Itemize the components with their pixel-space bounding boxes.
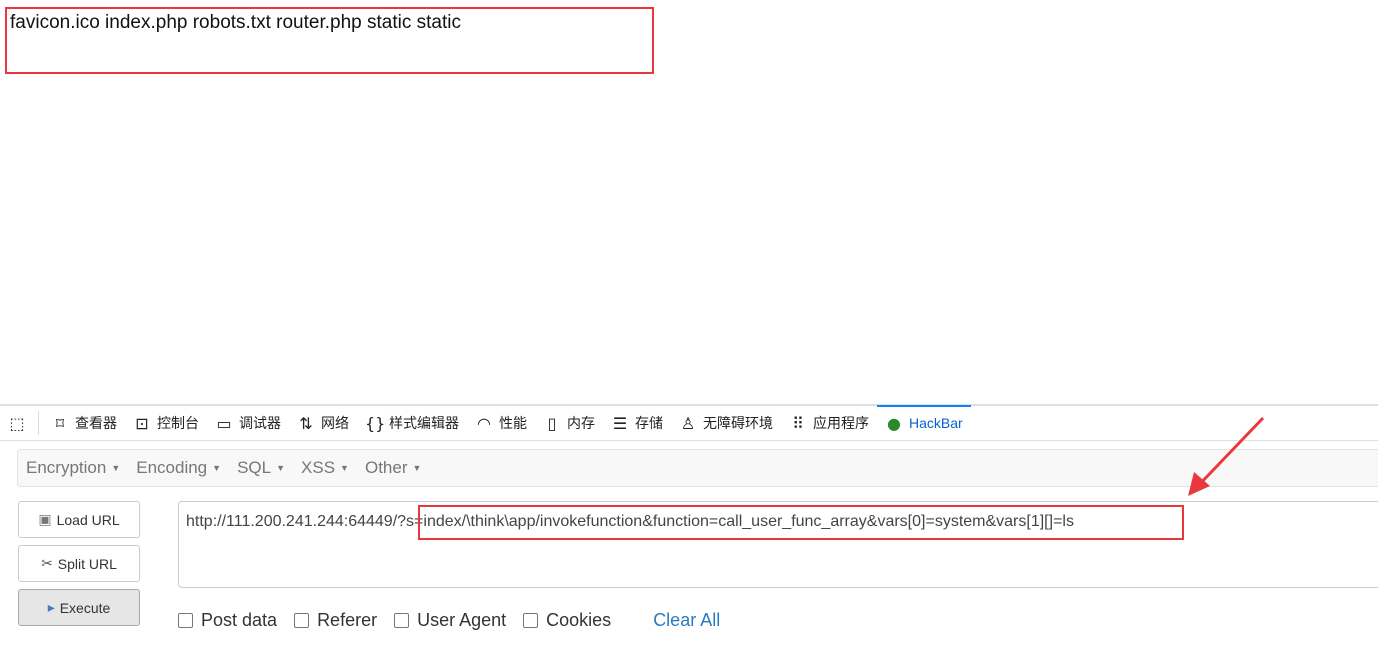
menu-other[interactable]: Other ▼ bbox=[357, 458, 429, 478]
tab-console[interactable]: ⊡ 控制台 bbox=[125, 406, 207, 440]
tab-label: 无障碍环境 bbox=[703, 415, 773, 431]
tab-hackbar[interactable]: ● HackBar bbox=[877, 405, 971, 439]
menu-label: Encryption bbox=[26, 458, 107, 477]
menu-label: Other bbox=[364, 458, 408, 477]
tab-storage[interactable]: ☰ 存储 bbox=[603, 406, 671, 440]
memory-icon: ▯ bbox=[547, 413, 557, 433]
tab-network[interactable]: ⇅ 网络 bbox=[289, 406, 357, 440]
tab-accessibility[interactable]: ♙ 无障碍环境 bbox=[671, 406, 781, 440]
debugger-icon: ▭ bbox=[216, 413, 232, 433]
inspector-icon: ⌑ bbox=[55, 413, 65, 433]
divider bbox=[38, 411, 39, 435]
load-url-button[interactable]: ▣ Load URL bbox=[18, 501, 140, 538]
checkbox[interactable] bbox=[394, 613, 410, 628]
console-icon: ⊡ bbox=[135, 413, 149, 433]
checkbox[interactable] bbox=[178, 613, 193, 628]
annotation-box-output bbox=[5, 7, 654, 74]
caret-down-icon: ▼ bbox=[111, 463, 121, 473]
picker-icon: ⬚ bbox=[9, 413, 25, 433]
tab-label: 应用程序 bbox=[813, 415, 869, 431]
checkbox-label: User Agent bbox=[417, 610, 507, 630]
tab-label: 调试器 bbox=[239, 415, 281, 431]
menu-label: XSS bbox=[301, 458, 336, 477]
split-url-button[interactable]: ✂ Split URL bbox=[18, 545, 140, 582]
menu-encryption[interactable]: Encryption ▼ bbox=[18, 458, 128, 478]
style-editor-icon: {} bbox=[365, 413, 386, 433]
caret-down-icon: ▼ bbox=[212, 463, 222, 473]
tab-label: 存储 bbox=[635, 415, 663, 431]
tab-label: HackBar bbox=[909, 415, 963, 431]
button-label: Execute bbox=[59, 599, 111, 616]
caret-down-icon: ▼ bbox=[276, 463, 286, 473]
button-label: Split URL bbox=[57, 555, 117, 572]
tab-memory[interactable]: ▯ 内存 bbox=[535, 406, 603, 440]
checkbox[interactable] bbox=[294, 613, 310, 628]
execute-button[interactable]: ▸ Execute bbox=[18, 589, 140, 626]
checkbox[interactable] bbox=[523, 613, 539, 628]
tab-performance[interactable]: ◠ 性能 bbox=[467, 406, 535, 440]
tab-style-editor[interactable]: {} 样式编辑器 bbox=[357, 406, 467, 440]
button-label: Load URL bbox=[56, 511, 120, 528]
post-data-checkbox[interactable]: Post data bbox=[178, 610, 277, 631]
tab-debugger[interactable]: ▭ 调试器 bbox=[207, 406, 289, 440]
tab-label: 样式编辑器 bbox=[389, 415, 459, 431]
cookies-checkbox[interactable]: Cookies bbox=[523, 610, 611, 631]
checkbox-label: Cookies bbox=[546, 610, 612, 630]
load-icon: ▣ bbox=[38, 511, 52, 527]
scissors-icon: ✂ bbox=[41, 555, 53, 571]
menu-label: Encoding bbox=[136, 458, 208, 477]
checkbox-label: Post data bbox=[201, 610, 278, 630]
tab-label: 内存 bbox=[567, 415, 595, 431]
menu-encoding[interactable]: Encoding ▼ bbox=[128, 458, 229, 478]
tab-label: 查看器 bbox=[75, 415, 117, 431]
hackbar-icon: ● bbox=[887, 413, 901, 433]
tab-picker[interactable]: ⬚ bbox=[0, 406, 34, 440]
caret-down-icon: ▼ bbox=[340, 463, 349, 473]
checkbox-label: Referer bbox=[317, 610, 378, 630]
tab-label: 网络 bbox=[321, 415, 349, 431]
network-icon: ⇅ bbox=[299, 413, 313, 433]
storage-icon: ☰ bbox=[612, 413, 628, 433]
play-icon: ▸ bbox=[47, 599, 55, 615]
annotation-box-payload bbox=[418, 505, 1184, 540]
annotation-arrow bbox=[1188, 416, 1265, 496]
tab-label: 性能 bbox=[499, 415, 527, 431]
tab-application[interactable]: ⠿ 应用程序 bbox=[781, 406, 877, 440]
menu-label: SQL bbox=[237, 458, 272, 477]
referer-checkbox[interactable]: Referer bbox=[294, 610, 377, 631]
tab-inspector[interactable]: ⌑ 查看器 bbox=[43, 406, 125, 440]
clear-all-link[interactable]: Clear All bbox=[653, 610, 720, 631]
tab-label: 控制台 bbox=[157, 415, 199, 431]
caret-down-icon: ▼ bbox=[412, 463, 422, 473]
user-agent-checkbox[interactable]: User Agent bbox=[394, 610, 506, 631]
performance-icon: ◠ bbox=[477, 413, 491, 433]
menu-xss[interactable]: XSS ▼ bbox=[293, 458, 357, 478]
menu-sql[interactable]: SQL ▼ bbox=[229, 458, 293, 478]
accessibility-icon: ♙ bbox=[680, 413, 696, 433]
options-row: Post data Referer User Agent Cookies Cle… bbox=[178, 610, 720, 631]
application-icon: ⠿ bbox=[792, 413, 804, 433]
